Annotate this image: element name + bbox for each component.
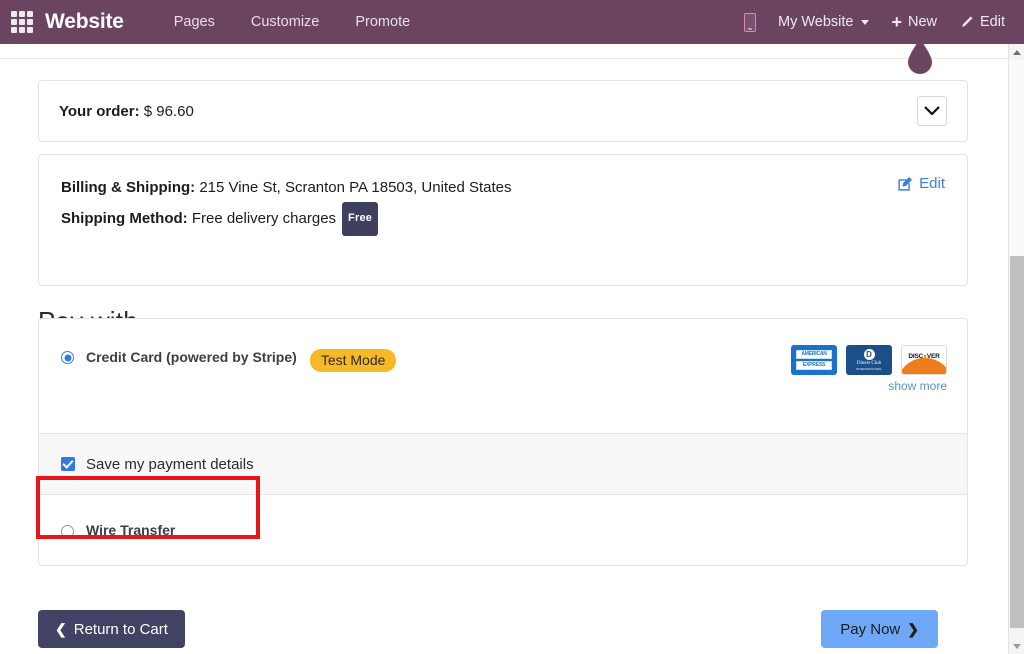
- edit-button[interactable]: Edit: [948, 0, 1016, 44]
- edit-address-link[interactable]: Edit: [898, 175, 945, 192]
- billing-line: Billing & Shipping: 215 Vine St, Scranto…: [61, 173, 945, 202]
- nav-item-promote[interactable]: Promote: [337, 0, 428, 44]
- order-summary-panel: Your order: $ 96.60: [38, 80, 968, 142]
- radio-credit-card[interactable]: [61, 351, 74, 364]
- shipping-value: Free delivery charges: [192, 210, 336, 227]
- droplet-marker-icon: [906, 39, 934, 75]
- payment-method-wire-transfer[interactable]: Wire Transfer: [39, 495, 967, 565]
- scrollbar-down-arrow[interactable]: [1009, 638, 1024, 654]
- edit-button-label: Edit: [980, 0, 1005, 44]
- payment-methods-panel: Credit Card (powered by Stripe) Test Mode…: [38, 318, 968, 566]
- navbar-menu: Pages Customize Promote: [156, 0, 428, 44]
- navbar-left: Website Pages Customize Promote: [0, 0, 428, 44]
- scrollbar-track-upper[interactable]: [1009, 60, 1024, 256]
- mobile-preview-button[interactable]: [733, 13, 767, 32]
- pencil-icon: [959, 15, 974, 30]
- order-summary-label: Your order:: [59, 103, 140, 120]
- save-payment-details-checkbox[interactable]: [61, 457, 75, 471]
- new-button-label: New: [908, 0, 937, 44]
- page-root: Website Pages Customize Promote My Websi…: [0, 0, 1024, 654]
- order-summary-amount: $ 96.60: [144, 103, 194, 120]
- nav-item-customize[interactable]: Customize: [233, 0, 338, 44]
- order-summary-text: Your order: $ 96.60: [59, 103, 194, 120]
- diners-club-mark: D: [864, 349, 875, 360]
- order-summary-toggle-button[interactable]: [917, 96, 947, 126]
- discover-wordmark: DISC●VER: [908, 353, 939, 360]
- billing-label: Billing & Shipping:: [61, 179, 195, 196]
- content-divider: [0, 58, 1008, 59]
- vertical-scrollbar[interactable]: [1008, 44, 1024, 654]
- amex-line-2: EXPRESS: [796, 361, 832, 370]
- website-selector-label: My Website: [778, 0, 853, 44]
- payment-method-credit-card[interactable]: Credit Card (powered by Stripe) Test Mode…: [39, 319, 967, 433]
- plus-icon: +: [891, 13, 902, 31]
- chevron-right-icon: ❯: [907, 621, 919, 638]
- show-more-cards-link[interactable]: show more: [888, 379, 947, 393]
- payment-method-wire-transfer-label: Wire Transfer: [86, 522, 175, 538]
- save-payment-details-row[interactable]: Save my payment details: [39, 433, 967, 495]
- scrollbar-up-arrow[interactable]: [1009, 44, 1024, 60]
- website-selector[interactable]: My Website: [767, 0, 880, 44]
- american-express-icon: AMERICAN EXPRESS: [791, 345, 837, 375]
- order-summary-row: Your order: $ 96.60: [39, 81, 967, 141]
- save-payment-details-label: Save my payment details: [86, 456, 254, 473]
- pay-now-label: Pay Now: [840, 621, 900, 638]
- scrollbar-thumb[interactable]: [1010, 256, 1024, 628]
- payment-method-credit-card-label: Credit Card (powered by Stripe): [86, 349, 297, 365]
- free-shipping-badge: Free: [342, 202, 378, 236]
- diners-club-line-2: INTERNATIONAL: [856, 367, 882, 371]
- return-to-cart-label: Return to Cart: [74, 621, 168, 638]
- shipping-label: Shipping Method:: [61, 210, 188, 227]
- billing-shipping-panel: Billing & Shipping: 215 Vine St, Scranto…: [38, 154, 968, 286]
- edit-pencil-icon: [898, 176, 913, 191]
- amex-line-1: AMERICAN: [796, 350, 832, 359]
- test-mode-badge: Test Mode: [310, 349, 397, 372]
- top-navbar: Website Pages Customize Promote My Websi…: [0, 0, 1024, 44]
- chevron-down-icon: [924, 106, 940, 116]
- radio-wire-transfer[interactable]: [61, 525, 74, 538]
- diners-club-icon: D Diners Club INTERNATIONAL: [846, 345, 892, 375]
- new-button[interactable]: + New: [880, 0, 948, 44]
- chevron-down-icon: [861, 20, 869, 25]
- chevron-left-icon: ❮: [55, 621, 67, 638]
- page-content: Your order: $ 96.60 Billing & Shipping: …: [0, 44, 1008, 654]
- nav-item-pages[interactable]: Pages: [156, 0, 233, 44]
- return-to-cart-button[interactable]: ❮ Return to Cart: [38, 610, 185, 648]
- navbar-right: My Website + New Edit: [733, 0, 1016, 44]
- billing-shipping-inner: Billing & Shipping: 215 Vine St, Scranto…: [39, 155, 967, 285]
- accepted-card-logos: AMERICAN EXPRESS D Diners Club INTERNATI…: [791, 345, 947, 375]
- edit-address-label: Edit: [919, 175, 945, 192]
- discover-icon: DISC●VER: [901, 345, 947, 375]
- apps-grid-icon[interactable]: [11, 11, 33, 33]
- pay-now-button[interactable]: Pay Now ❯: [821, 610, 938, 648]
- shipping-line: Shipping Method: Free delivery charges Fr…: [61, 202, 945, 236]
- brand-title: Website: [45, 10, 128, 34]
- mobile-preview-icon: [744, 13, 756, 32]
- billing-value: 215 Vine St, Scranton PA 18503, United S…: [199, 179, 511, 196]
